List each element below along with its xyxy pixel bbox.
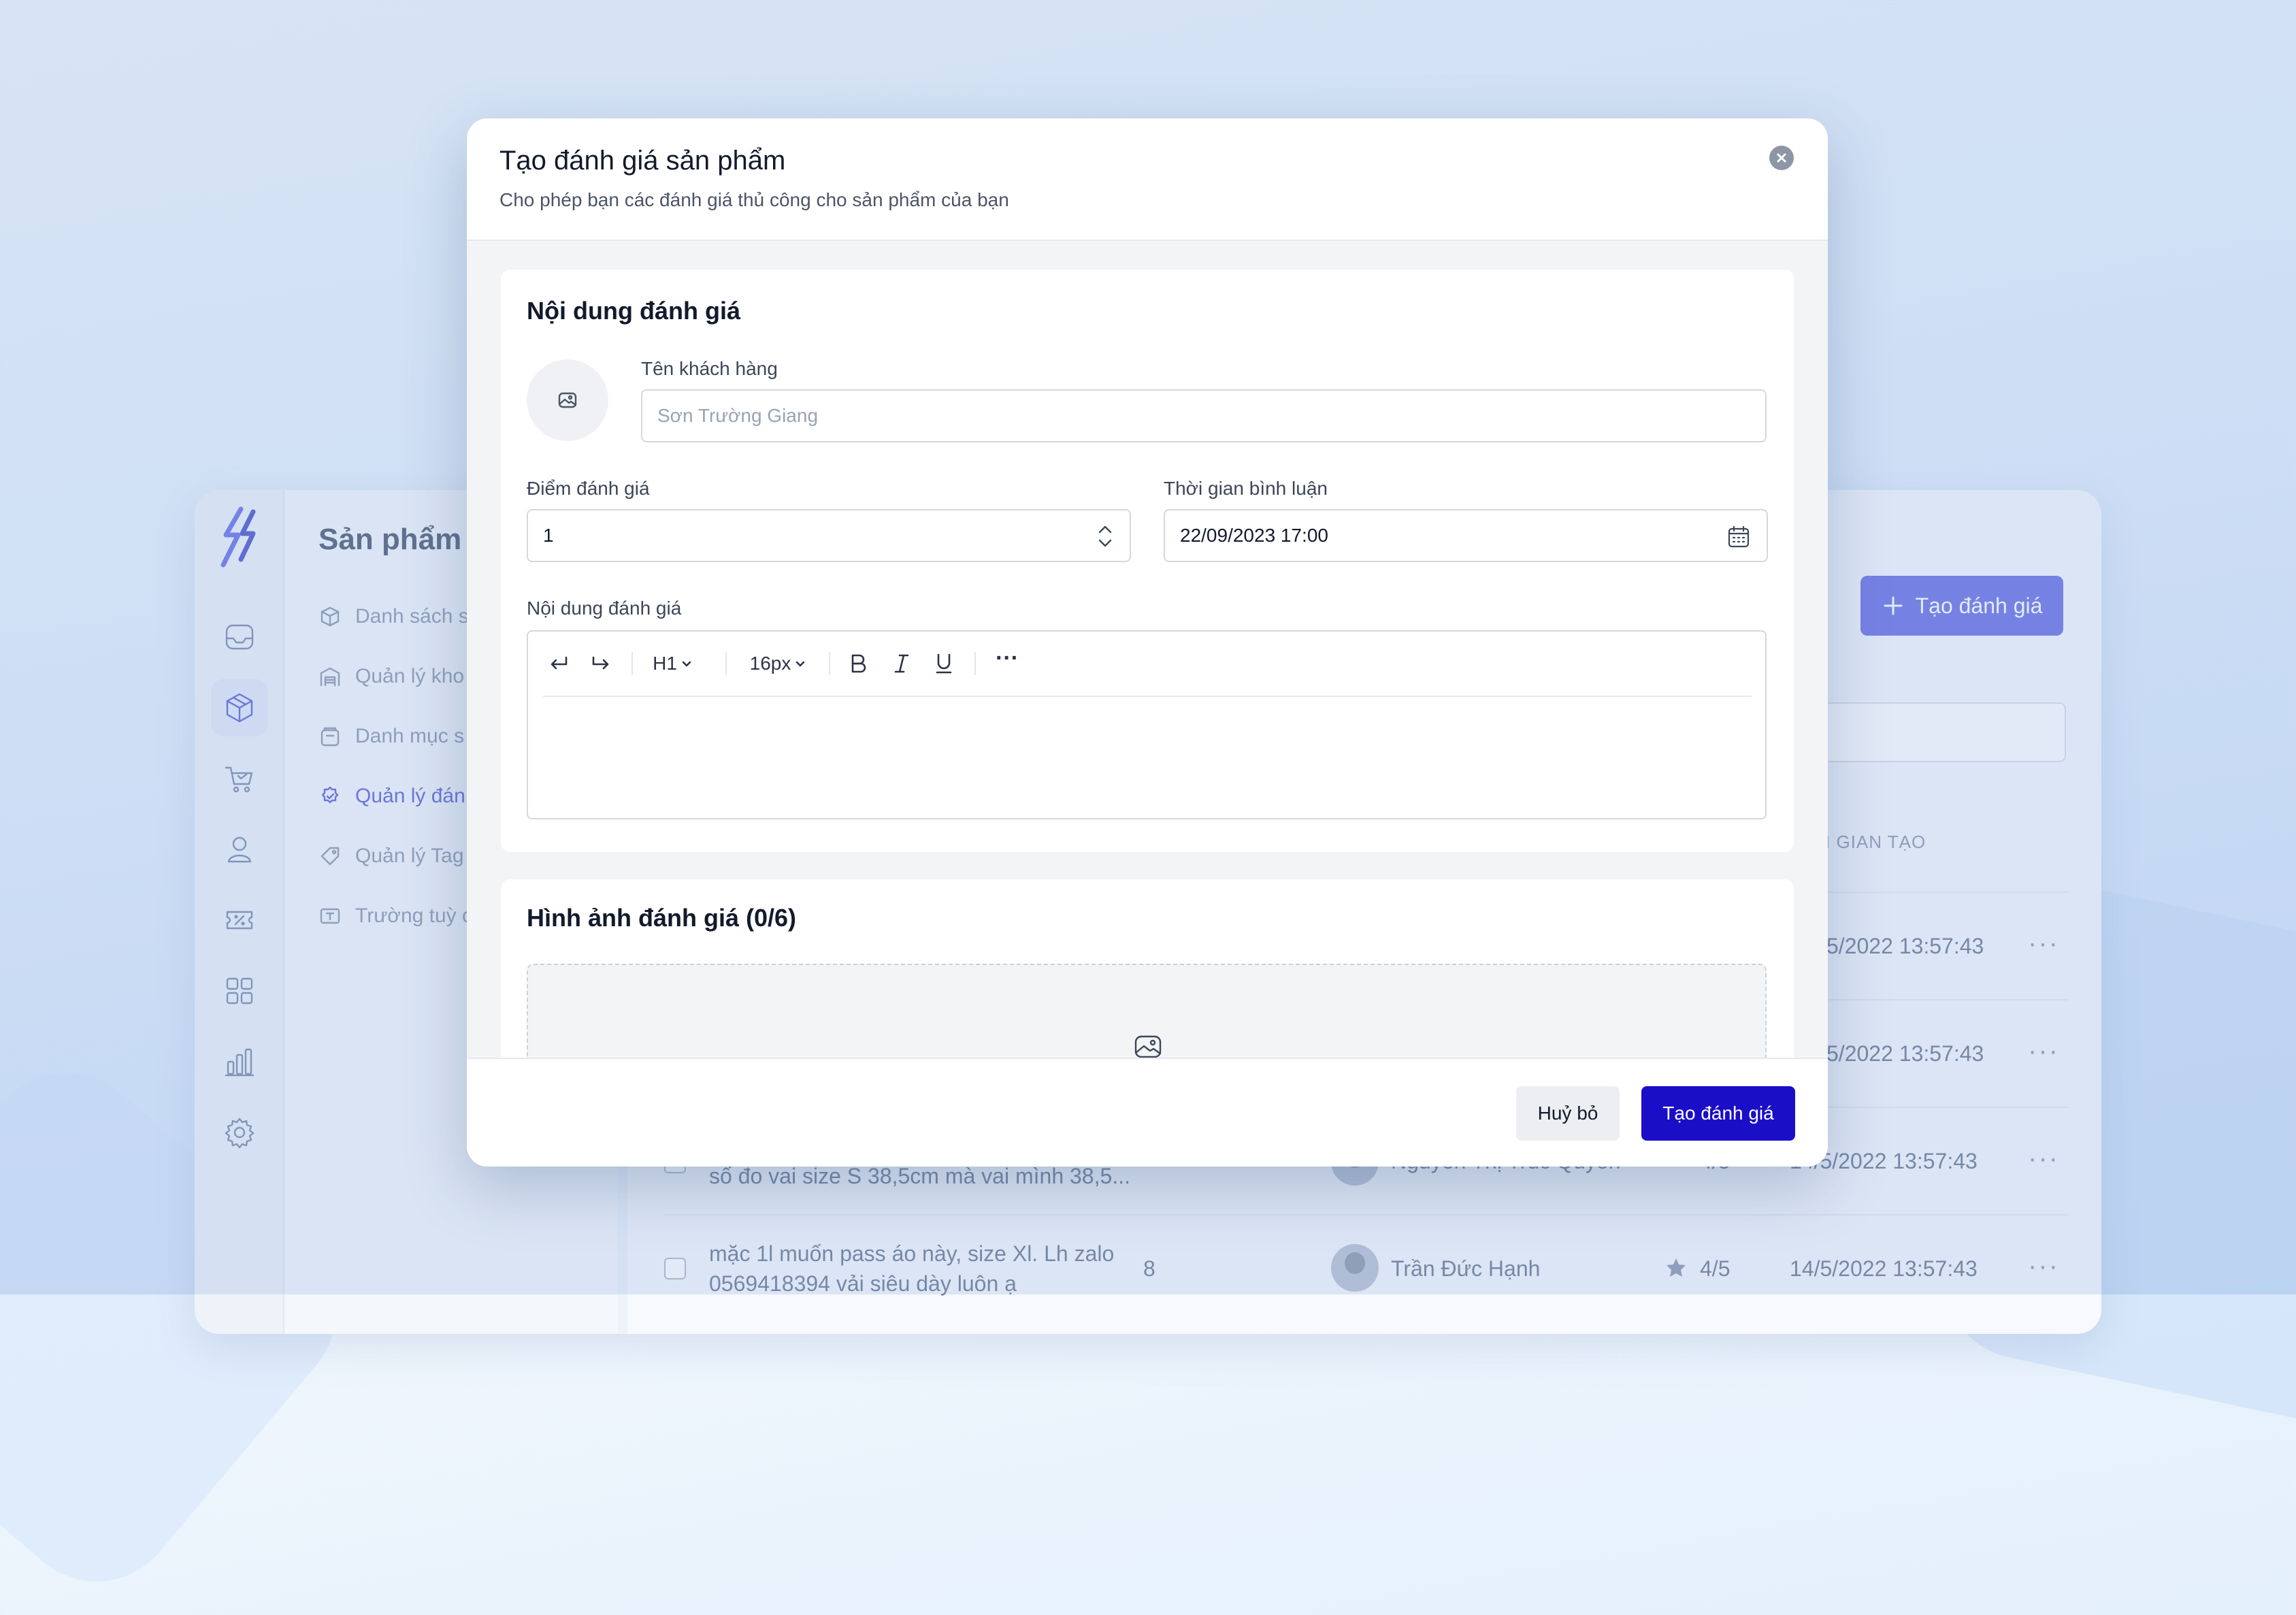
close-icon bbox=[1777, 153, 1786, 163]
heading-value: H1 bbox=[653, 653, 677, 674]
comment-time-field[interactable]: 22/09/2023 17:00 bbox=[1164, 509, 1768, 562]
comment-time-label: Thời gian bình luận bbox=[1164, 478, 1328, 499]
rich-text-editor: H1 16px ··· bbox=[527, 630, 1767, 819]
chevron-down-icon bbox=[796, 661, 805, 667]
modal-subtitle: Cho phép bạn các đánh giá thủ công cho s… bbox=[499, 189, 1009, 210]
card-title: Hình ảnh đánh giá (0/6) bbox=[527, 904, 797, 932]
avatar-upload[interactable] bbox=[527, 359, 608, 441]
modal-title: Tạo đánh giá sản phẩm bbox=[499, 146, 786, 176]
modal-footer: Huỷ bỏ Tạo đánh giá bbox=[467, 1058, 1828, 1167]
card-title: Nội dung đánh giá bbox=[527, 297, 740, 325]
rating-value: 1 bbox=[543, 525, 554, 546]
heading-select[interactable]: H1 bbox=[645, 648, 700, 679]
submit-button[interactable]: Tạo đánh giá bbox=[1641, 1086, 1795, 1141]
redo-icon[interactable] bbox=[585, 648, 617, 679]
underline-icon[interactable] bbox=[928, 648, 960, 679]
comment-time-value: 22/09/2023 17:00 bbox=[1180, 525, 1328, 546]
calendar-icon[interactable] bbox=[1726, 524, 1752, 550]
content-label: Nội dung đánh giá bbox=[527, 598, 682, 619]
create-review-modal: Tạo đánh giá sản phẩm Cho phép bạn các đ… bbox=[467, 118, 1828, 1167]
font-size-select[interactable]: 16px bbox=[740, 648, 815, 679]
toolbar-divider bbox=[829, 652, 830, 675]
toolbar-divider bbox=[725, 652, 727, 675]
undo-icon[interactable] bbox=[543, 648, 574, 679]
customer-name-field[interactable] bbox=[641, 389, 1767, 442]
editor-toolbar: H1 16px ··· bbox=[543, 632, 1752, 697]
review-content-card: Nội dung đánh giá Tên khách hàng Điểm đá… bbox=[501, 270, 1794, 852]
italic-icon[interactable] bbox=[886, 648, 917, 679]
cancel-button[interactable]: Huỷ bỏ bbox=[1516, 1086, 1620, 1141]
stepper-arrows-icon[interactable] bbox=[1096, 519, 1115, 554]
rating-label: Điểm đánh giá bbox=[527, 478, 650, 499]
toolbar-divider bbox=[632, 652, 633, 675]
chevron-down-icon bbox=[682, 661, 691, 667]
image-icon bbox=[558, 392, 577, 408]
bold-icon[interactable] bbox=[842, 648, 874, 679]
customer-name-label: Tên khách hàng bbox=[641, 358, 778, 379]
toolbar-divider bbox=[974, 652, 976, 675]
editor-text-area[interactable] bbox=[543, 698, 1750, 811]
font-size-value: 16px bbox=[749, 653, 791, 674]
modal-header: Tạo đánh giá sản phẩm Cho phép bạn các đ… bbox=[467, 118, 1828, 241]
close-button[interactable] bbox=[1769, 146, 1794, 170]
rating-stepper[interactable]: 1 bbox=[527, 509, 1131, 562]
more-options-icon[interactable]: ··· bbox=[988, 642, 1026, 674]
